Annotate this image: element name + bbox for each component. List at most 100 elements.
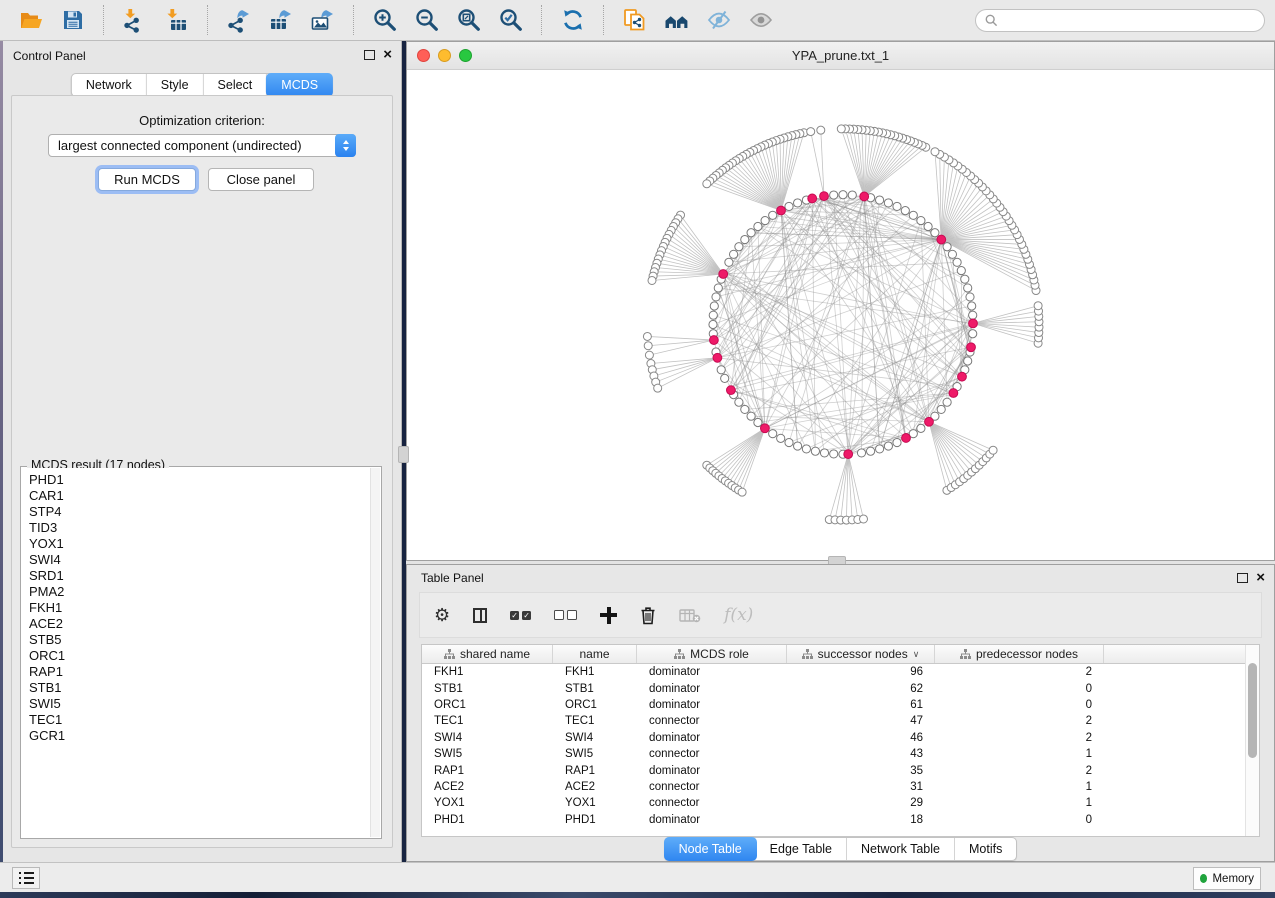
run-mcds-button[interactable]: Run MCDS xyxy=(98,168,196,191)
mcds-result-item[interactable]: ACE2 xyxy=(29,616,380,632)
mcds-result-item[interactable]: STP4 xyxy=(29,504,380,520)
toolbar-import-network-button[interactable] xyxy=(116,4,154,36)
show-columns-button[interactable] xyxy=(473,608,487,623)
search-box[interactable] xyxy=(975,9,1265,32)
table-tab-motifs[interactable]: Motifs xyxy=(955,838,1016,860)
toolbar-export-table-button[interactable] xyxy=(262,4,300,36)
network-canvas[interactable] xyxy=(407,69,1274,560)
tab-network[interactable]: Network xyxy=(72,74,147,96)
hierarchy-icon xyxy=(674,649,685,659)
delete-column-button[interactable] xyxy=(640,606,656,625)
cell-MCDS-role: connector xyxy=(637,797,787,809)
table-row[interactable]: FKH1FKH1dominator962 xyxy=(422,664,1259,680)
table-panel-tabs: Node TableEdge TableNetwork TableMotifs xyxy=(664,837,1018,861)
toolbar-export-network-button[interactable] xyxy=(220,4,258,36)
table-tab-edge-table[interactable]: Edge Table xyxy=(756,838,847,860)
toolbar-zoom-out-button[interactable] xyxy=(408,4,446,36)
mcds-result-item[interactable]: PMA2 xyxy=(29,584,380,600)
window-close-traffic-icon[interactable] xyxy=(417,49,430,62)
mcds-result-item[interactable]: RAP1 xyxy=(29,664,380,680)
mcds-result-item[interactable]: TEC1 xyxy=(29,712,380,728)
table-row[interactable]: SWI4SWI4dominator462 xyxy=(422,730,1259,746)
refresh-icon xyxy=(560,7,586,33)
mcds-list-scrollbar[interactable] xyxy=(370,468,380,837)
cell-successor-nodes: 46 xyxy=(787,732,935,744)
mcds-result-item[interactable]: PHD1 xyxy=(29,472,380,488)
float-panel-icon[interactable] xyxy=(364,50,375,60)
mcds-result-item[interactable]: SWI5 xyxy=(29,696,380,712)
tab-mcds[interactable]: MCDS xyxy=(266,73,333,97)
deselect-all-button[interactable] xyxy=(554,610,577,620)
cell-predecessor-nodes: 0 xyxy=(935,814,1104,826)
mcds-result-item[interactable]: ORC1 xyxy=(29,648,380,664)
toolbar-save-session-button[interactable] xyxy=(54,4,92,36)
column-header-shared-name[interactable]: shared name xyxy=(422,645,553,663)
mcds-result-item[interactable]: YOX1 xyxy=(29,536,380,552)
table-row[interactable]: RAP1RAP1dominator352 xyxy=(422,762,1259,778)
select-all-button[interactable]: ✓✓ xyxy=(510,611,531,620)
table-tab-network-table[interactable]: Network Table xyxy=(847,838,955,860)
column-header-name[interactable]: name xyxy=(553,645,637,663)
table-row[interactable]: YOX1YOX1connector291 xyxy=(422,795,1259,811)
column-header-successor-nodes[interactable]: successor nodes∨ xyxy=(787,645,935,663)
mcds-result-item[interactable]: TID3 xyxy=(29,520,380,536)
cell-MCDS-role: dominator xyxy=(637,814,787,826)
close-panel-button[interactable]: Close panel xyxy=(208,168,314,191)
mcds-result-item[interactable]: SWI4 xyxy=(29,552,380,568)
close-panel-icon[interactable]: × xyxy=(383,49,392,60)
table-settings-button[interactable]: ⚙ xyxy=(434,606,450,624)
network-graph-svg[interactable] xyxy=(407,69,1274,560)
mcds-result-item[interactable]: SRD1 xyxy=(29,568,380,584)
toolbar-hide-selected-button[interactable] xyxy=(700,4,738,36)
cell-predecessor-nodes: 2 xyxy=(935,666,1104,678)
toolbar-refresh-button[interactable] xyxy=(554,4,592,36)
function-builder-button[interactable]: f(x) xyxy=(724,605,753,625)
mcds-result-item[interactable]: FKH1 xyxy=(29,600,380,616)
cell-predecessor-nodes: 1 xyxy=(935,748,1104,760)
network-window-titlebar[interactable]: YPA_prune.txt_1 xyxy=(407,42,1274,70)
task-history-button[interactable] xyxy=(12,867,40,889)
toolbar-show-all-button[interactable] xyxy=(742,4,780,36)
table-float-icon[interactable] xyxy=(1237,573,1248,583)
tab-select[interactable]: Select xyxy=(204,74,268,96)
table-row[interactable]: SWI5SWI5connector431 xyxy=(422,746,1259,762)
table-row[interactable]: PHD1PHD1dominator180 xyxy=(422,812,1259,828)
mcds-result-item[interactable]: GCR1 xyxy=(29,728,380,744)
window-maximize-traffic-icon[interactable] xyxy=(459,49,472,62)
delete-table-button[interactable] xyxy=(679,608,701,623)
search-input[interactable] xyxy=(1004,12,1255,28)
cell-successor-nodes: 96 xyxy=(787,666,935,678)
column-header-MCDS-role[interactable]: MCDS role xyxy=(637,645,787,663)
toolbar-zoom-selected-button[interactable] xyxy=(492,4,530,36)
table-tab-node-table[interactable]: Node Table xyxy=(664,837,757,861)
table-scrollbar[interactable] xyxy=(1245,645,1259,836)
mcds-result-item[interactable]: STB5 xyxy=(29,632,380,648)
toolbar-import-table-button[interactable] xyxy=(158,4,196,36)
add-column-button[interactable] xyxy=(600,607,617,624)
table-row[interactable]: ACE2ACE2connector311 xyxy=(422,779,1259,795)
toolbar-clone-network-button[interactable] xyxy=(616,4,654,36)
table-row[interactable]: STB1STB1dominator620 xyxy=(422,680,1259,696)
column-header-predecessor-nodes[interactable]: predecessor nodes xyxy=(935,645,1104,663)
optimization-criterion-select[interactable]: largest connected component (undirected) xyxy=(48,134,356,157)
window-minimize-traffic-icon[interactable] xyxy=(438,49,451,62)
table-close-icon[interactable]: × xyxy=(1256,572,1265,583)
folder-open-icon xyxy=(18,7,44,33)
table-scrollbar-thumb[interactable] xyxy=(1248,663,1257,758)
export-image-icon xyxy=(310,7,336,33)
mcds-result-item[interactable]: CAR1 xyxy=(29,488,380,504)
toolbar-open-file-button[interactable] xyxy=(12,4,50,36)
cell-shared-name: STB1 xyxy=(422,683,553,695)
toolbar-zoom-fit-button[interactable] xyxy=(450,4,488,36)
splitter-handle-vertical[interactable] xyxy=(398,446,409,463)
table-row[interactable]: ORC1ORC1dominator610 xyxy=(422,697,1259,713)
toolbar-zoom-in-button[interactable] xyxy=(366,4,404,36)
toolbar-export-image-button[interactable] xyxy=(304,4,342,36)
hierarchy-icon xyxy=(960,649,971,659)
mcds-result-item[interactable]: STB1 xyxy=(29,680,380,696)
memory-button[interactable]: Memory xyxy=(1193,867,1261,890)
table-row[interactable]: TEC1TEC1connector472 xyxy=(422,713,1259,729)
toolbar-first-neighbors-button[interactable] xyxy=(658,4,696,36)
column-label: shared name xyxy=(460,647,530,661)
tab-style[interactable]: Style xyxy=(147,74,204,96)
